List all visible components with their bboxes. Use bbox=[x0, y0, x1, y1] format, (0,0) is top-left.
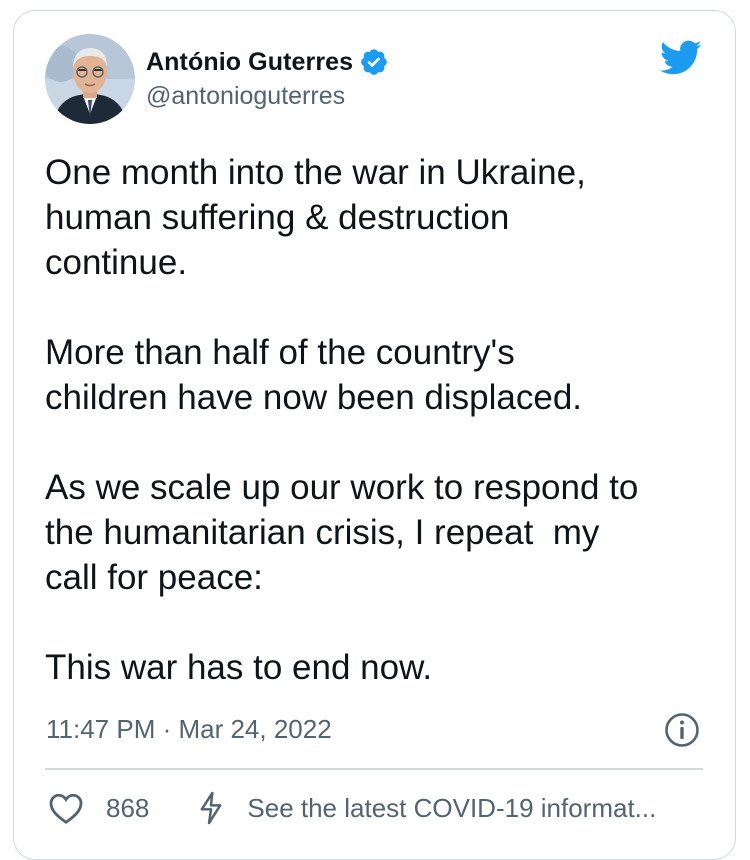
author-handle[interactable]: @antonioguterres bbox=[146, 82, 345, 111]
author-display-name[interactable]: António Guterres bbox=[146, 48, 353, 77]
verified-badge-icon bbox=[361, 49, 387, 75]
divider bbox=[45, 768, 703, 770]
info-icon[interactable] bbox=[664, 712, 700, 748]
like-count[interactable]: 868 bbox=[106, 793, 149, 824]
bolt-icon bbox=[200, 791, 222, 825]
covid-info-link[interactable]: See the latest COVID-19 informat... bbox=[247, 793, 656, 824]
tweet-text: One month into the war in Ukraine, human… bbox=[45, 150, 715, 690]
tweet-timestamp[interactable]: 11:47 PM · Mar 24, 2022 bbox=[46, 714, 332, 745]
twitter-bird-icon[interactable] bbox=[660, 40, 702, 76]
heart-icon[interactable] bbox=[48, 791, 84, 825]
tweet-paragraph: One month into the war in Ukraine, human… bbox=[45, 153, 586, 282]
tweet-paragraph: As we scale up our work to respond to th… bbox=[45, 468, 639, 597]
tweet-paragraph: This war has to end now. bbox=[45, 648, 433, 687]
tweet-paragraph: More than half of the country's children… bbox=[45, 333, 583, 417]
author-name-row: António Guterres bbox=[146, 44, 389, 80]
avatar[interactable] bbox=[45, 34, 135, 124]
action-bar: 868 See the latest COVID-19 informat... bbox=[48, 788, 656, 828]
